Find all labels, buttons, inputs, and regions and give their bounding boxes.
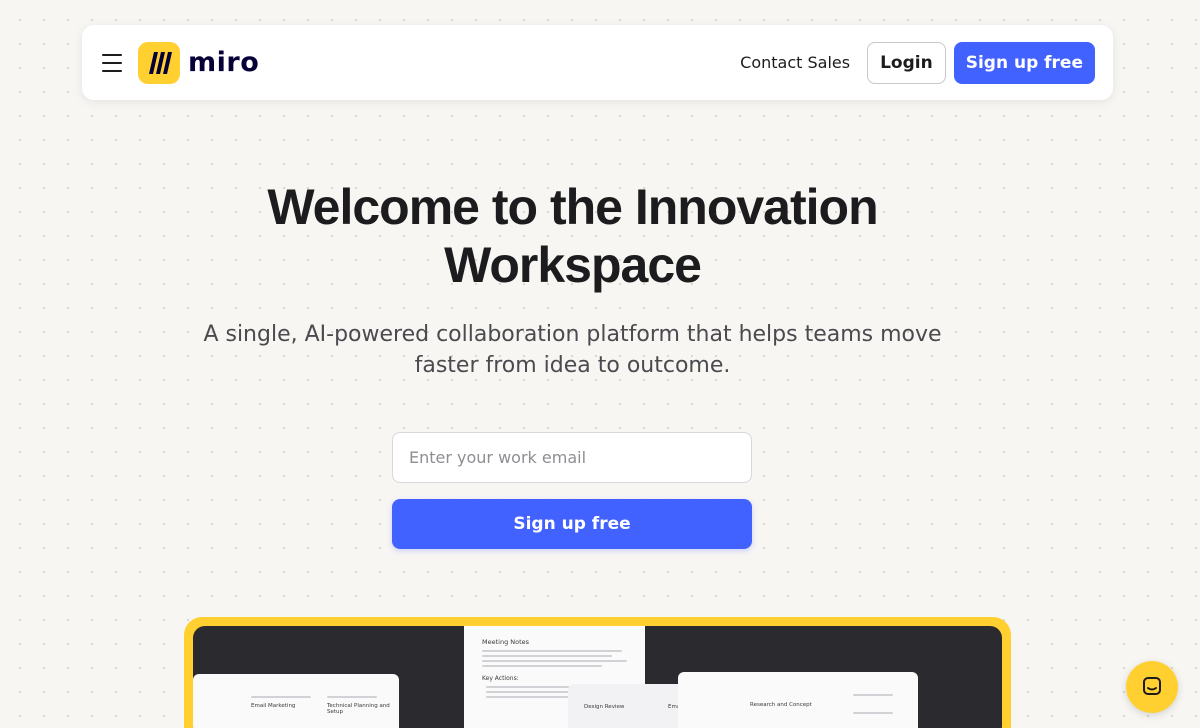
preview-card-label-5: Research and Concept	[750, 702, 812, 708]
product-preview: Email Marketing Technical Planning and S…	[184, 617, 1011, 728]
preview-card-label-1: Email Marketing	[251, 703, 296, 709]
chat-launcher-button[interactable]	[1126, 661, 1178, 713]
hero-title: Welcome to the Innovation Workspace	[0, 178, 1145, 294]
preview-card-label-2: Technical Planning and Setup	[327, 703, 390, 715]
preview-line	[327, 696, 377, 698]
preview-card-label-3: Design Review	[584, 704, 625, 710]
hamburger-icon[interactable]	[102, 53, 122, 72]
miro-logo[interactable]: miro	[138, 41, 260, 84]
nav-actions: Contact Sales Login Sign up free	[740, 41, 1095, 84]
logo-text: miro	[188, 47, 260, 78]
preview-line	[853, 712, 893, 714]
preview-board: Email Marketing Technical Planning and S…	[193, 626, 1002, 728]
hero-subtitle-line-1: A single, AI-powered collaboration platf…	[203, 322, 942, 347]
work-email-input[interactable]	[392, 432, 752, 483]
hero-signup-button[interactable]: Sign up free	[392, 499, 752, 549]
preview-board-card-right: Research and Concept	[678, 672, 918, 728]
preview-line	[482, 660, 627, 662]
preview-board-card-left: Email Marketing Technical Planning and S…	[193, 674, 399, 728]
preview-line	[482, 650, 622, 652]
preview-line	[482, 655, 612, 657]
preview-line	[251, 696, 311, 698]
nav-signup-button[interactable]: Sign up free	[953, 41, 1095, 84]
hero-subtitle: A single, AI-powered collaboration platf…	[0, 319, 1145, 381]
login-button[interactable]: Login	[867, 41, 946, 84]
hero-title-line-1: Welcome to the Innovation	[267, 179, 878, 235]
hero-subtitle-line-2: faster from idea to outcome.	[414, 353, 731, 378]
miro-logo-icon	[138, 41, 180, 84]
hero-title-line-2: Workspace	[444, 237, 702, 293]
preview-line	[482, 665, 602, 667]
top-navbar: miro Contact Sales Login Sign up free	[82, 25, 1113, 100]
contact-sales-link[interactable]: Contact Sales	[740, 53, 850, 72]
preview-line	[853, 694, 893, 696]
preview-doc-section: Key Actions:	[482, 675, 519, 682]
preview-doc-title: Meeting Notes	[482, 638, 530, 646]
chat-icon	[1143, 677, 1161, 695]
